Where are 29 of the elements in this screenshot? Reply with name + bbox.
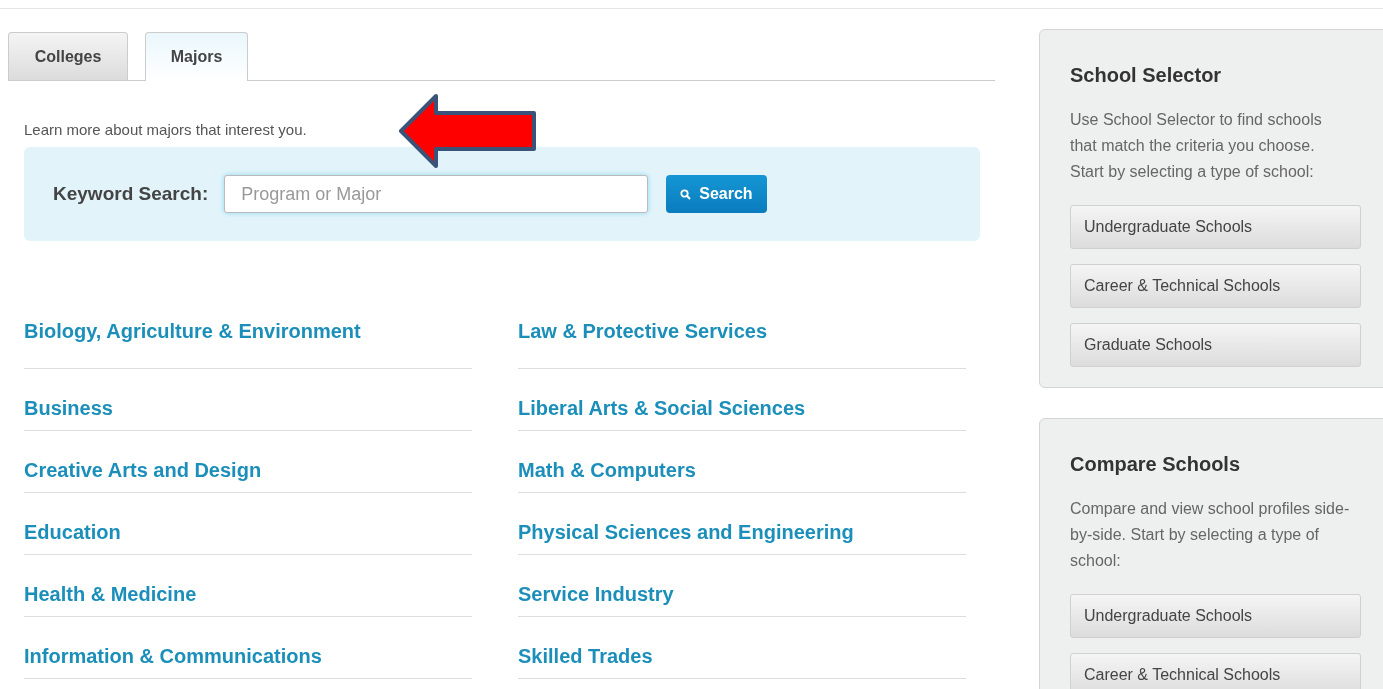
major-link[interactable]: Liberal Arts & Social Sciences (518, 369, 966, 431)
search-icon (680, 188, 692, 200)
card-text: Compare and view school profiles side-by-side. Start by selecting a type of school: (1070, 499, 1350, 571)
major-link[interactable]: Education (24, 493, 472, 555)
major-link[interactable]: Math & Computers (518, 431, 966, 493)
card-title: School Selector (1070, 64, 1223, 87)
card-text: Use School Selector to find schools that match the criteria you choose. Start by selecting a type of school: (1070, 110, 1323, 182)
major-link[interactable]: Health & Medicine (24, 555, 472, 617)
school-type-button[interactable]: Career & Technical Schools (1070, 264, 1361, 308)
intro-text: Learn more about majors that interest you. (24, 121, 308, 140)
major-link[interactable]: Law & Protective Services (518, 321, 966, 369)
tab[interactable]: Majors (145, 32, 248, 81)
school-type-button[interactable]: Career & Technical Schools (1070, 653, 1361, 689)
major-link[interactable]: Skilled Trades (518, 617, 966, 679)
school-type-button[interactable]: Undergraduate Schools (1070, 205, 1361, 249)
major-link[interactable]: Physical Sciences and Engineering (518, 493, 966, 555)
search-label: Keyword Search: (53, 183, 209, 205)
tab[interactable]: Colleges (8, 32, 128, 80)
search-field[interactable]: Program or Major (224, 175, 649, 213)
school-type-button[interactable]: Undergraduate Schools (1070, 594, 1361, 638)
major-link[interactable]: Biology, Agriculture & Environment (24, 321, 472, 369)
major-link[interactable]: Creative Arts and Design (24, 431, 472, 493)
major-link[interactable]: Service Industry (518, 555, 966, 617)
card-title: Compare Schools (1070, 453, 1242, 476)
school-type-button[interactable]: Graduate Schools (1070, 323, 1361, 367)
major-link[interactable]: Information & Communications (24, 617, 472, 679)
major-link[interactable]: Business (24, 369, 472, 431)
arrow-icon (398, 93, 538, 169)
search-button[interactable]: Search (666, 175, 767, 213)
